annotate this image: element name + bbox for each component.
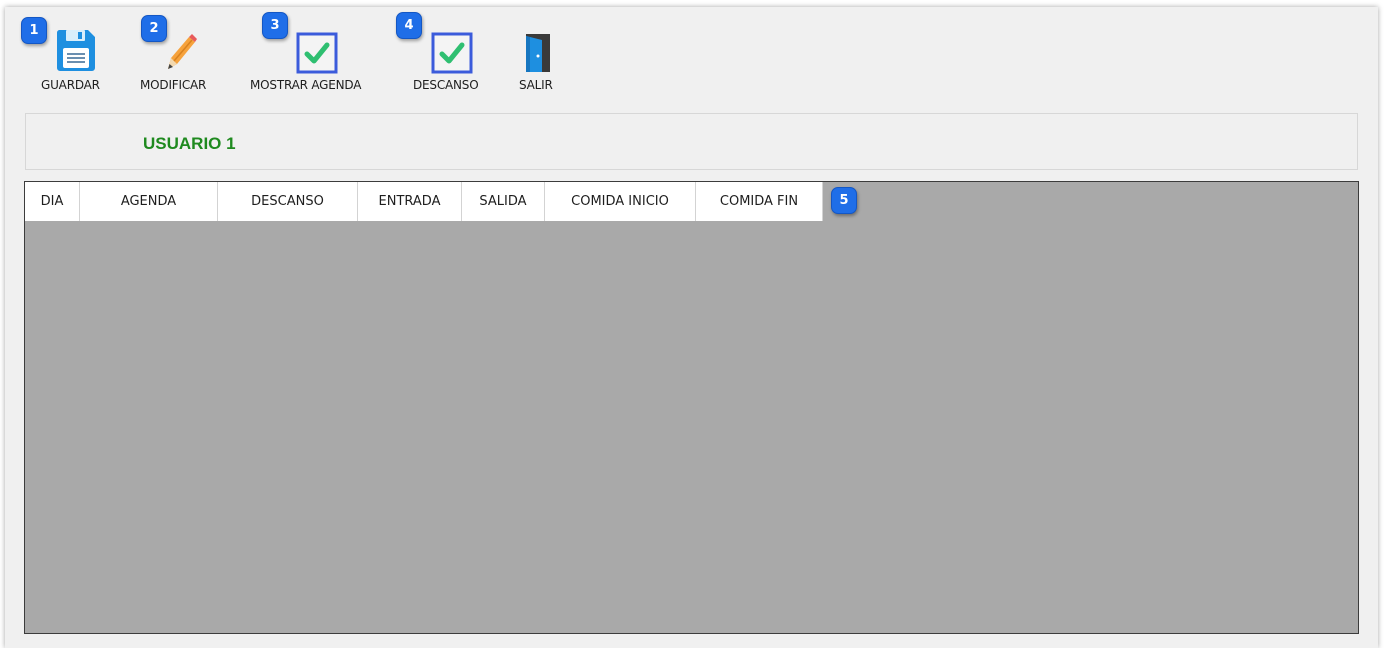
callout-badge-4: 4 xyxy=(396,12,422,39)
grid-header: DIA AGENDA DESCANSO ENTRADA SALIDA COMID… xyxy=(25,182,823,221)
modificar-label: MODIFICAR xyxy=(140,78,207,92)
exit-door-icon xyxy=(524,32,554,78)
callout-badge-3: 3 xyxy=(262,12,288,39)
column-header-entrada[interactable]: ENTRADA xyxy=(358,182,462,221)
guardar-button[interactable]: GUARDAR xyxy=(40,23,114,98)
user-panel: USUARIO 1 xyxy=(25,113,1358,170)
column-header-agenda[interactable]: AGENDA xyxy=(80,182,218,221)
salir-button[interactable]: SALIR xyxy=(516,23,562,98)
column-header-comida-inicio[interactable]: COMIDA INICIO xyxy=(545,182,696,221)
guardar-label: GUARDAR xyxy=(41,78,100,92)
callout-badge-5: 5 xyxy=(831,187,857,214)
column-header-comida-fin[interactable]: COMIDA FIN xyxy=(696,182,823,221)
column-header-dia[interactable]: DIA xyxy=(25,182,80,221)
column-header-salida[interactable]: SALIDA xyxy=(462,182,545,221)
mostrar-agenda-label: MOSTRAR AGENDA xyxy=(250,78,362,92)
pencil-icon xyxy=(162,31,198,75)
checkbox-checked-icon xyxy=(296,32,338,78)
callout-badge-1: 1 xyxy=(21,17,47,44)
floppy-disk-icon xyxy=(55,28,97,76)
descanso-label: DESCANSO xyxy=(413,78,479,92)
descanso-toggle[interactable]: DESCANSO xyxy=(412,23,496,98)
column-header-descanso[interactable]: DESCANSO xyxy=(218,182,358,221)
salir-label: SALIR xyxy=(519,78,553,92)
callout-badge-2: 2 xyxy=(141,15,167,42)
user-name-label: USUARIO 1 xyxy=(143,134,236,153)
checkbox-checked-icon xyxy=(431,32,473,78)
schedule-grid[interactable]: DIA AGENDA DESCANSO ENTRADA SALIDA COMID… xyxy=(24,181,1359,634)
